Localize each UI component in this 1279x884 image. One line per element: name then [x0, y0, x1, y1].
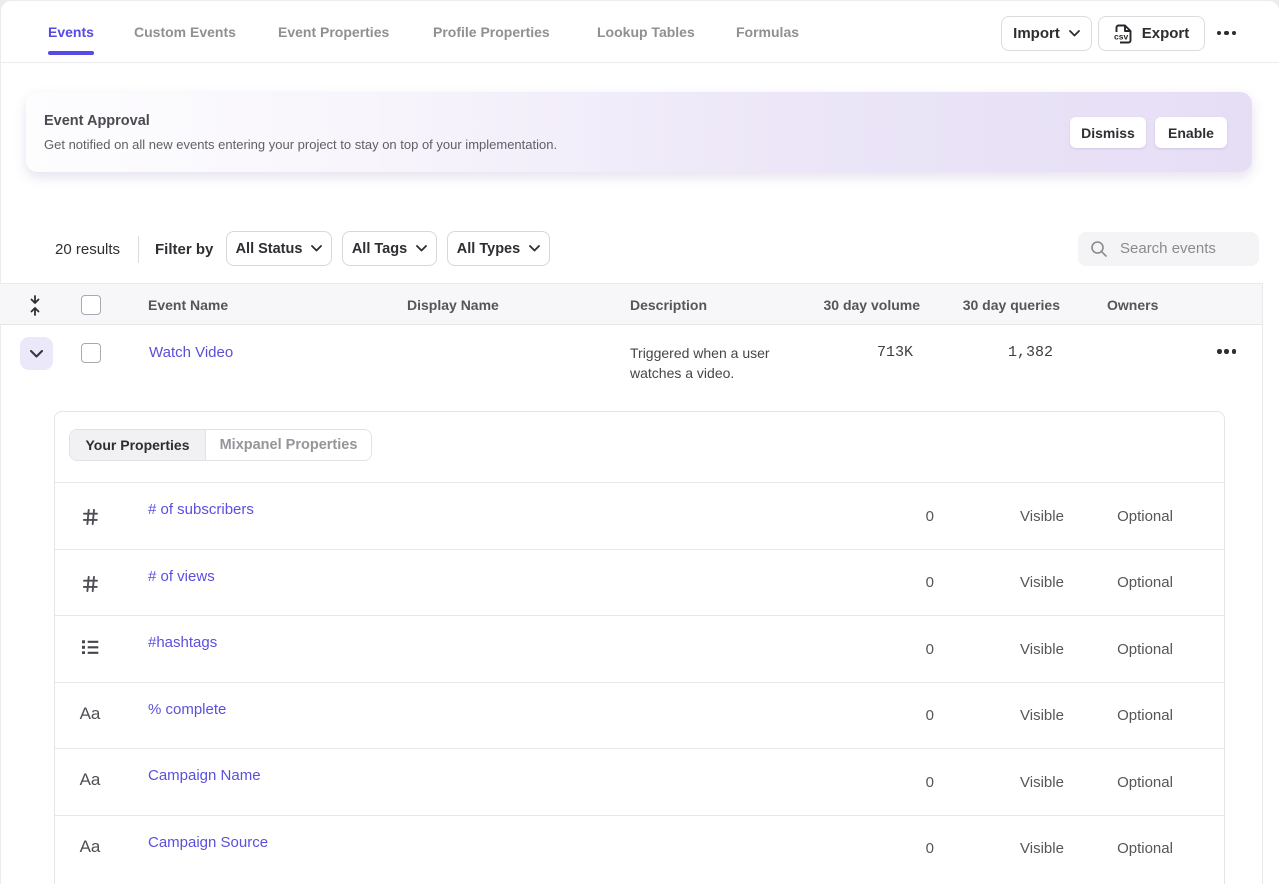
svg-text:csv: csv — [1114, 31, 1128, 41]
